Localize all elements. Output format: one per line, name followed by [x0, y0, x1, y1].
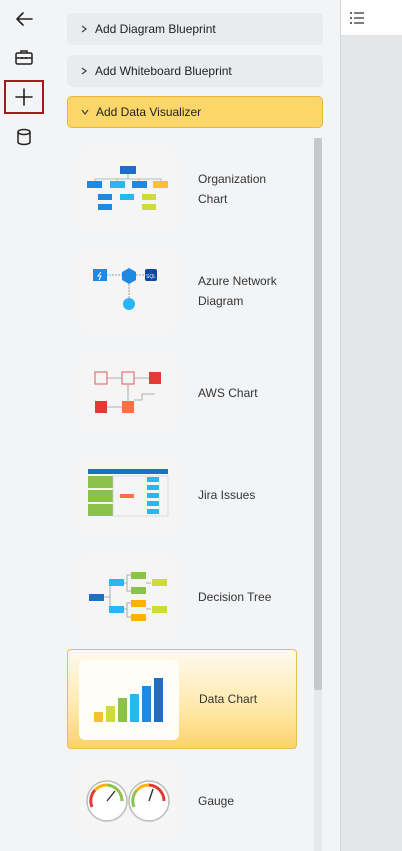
accordion-data-visualizer[interactable]: Add Data Visualizer: [67, 96, 323, 128]
data-button[interactable]: [4, 120, 44, 154]
accordion-label: Add Whiteboard Blueprint: [95, 64, 232, 78]
organization-chart-thumbnail: [78, 149, 178, 229]
back-arrow-icon: [16, 12, 33, 26]
card-label: Data Chart: [199, 692, 258, 706]
back-button[interactable]: [4, 2, 44, 36]
accordion-label: Add Diagram Blueprint: [95, 22, 216, 36]
card-aws-chart[interactable]: AWS Chart: [67, 353, 297, 433]
toolbox-button[interactable]: [4, 40, 44, 74]
azure-network-thumbnail: SQL: [78, 251, 178, 331]
card-data-chart[interactable]: Data Chart: [67, 649, 297, 749]
card-label: Jira Issues: [198, 488, 256, 502]
right-toolbar: [341, 0, 402, 36]
card-jira-issues[interactable]: Jira Issues: [67, 455, 297, 535]
gauge-thumbnail: [78, 761, 178, 841]
scrollbar-thumb[interactable]: [314, 138, 322, 690]
card-label: Azure Network Diagram: [198, 274, 277, 308]
database-icon: [17, 128, 31, 146]
icon-rail: [0, 0, 48, 851]
card-gauge[interactable]: Gauge: [67, 761, 297, 841]
accordion-diagram-blueprint[interactable]: Add Diagram Blueprint: [67, 13, 323, 45]
card-label: Organization Chart: [198, 172, 267, 206]
accordion-label: Add Data Visualizer: [96, 105, 202, 119]
card-decision-tree[interactable]: Decision Tree: [67, 557, 297, 637]
toolbox-icon: [15, 50, 33, 65]
card-organization-chart[interactable]: Organization Chart: [67, 149, 297, 229]
chevron-right-icon: [81, 25, 87, 33]
list-icon[interactable]: [347, 8, 367, 28]
accordion-whiteboard-blueprint[interactable]: Add Whiteboard Blueprint: [67, 55, 323, 87]
card-label: Gauge: [198, 794, 235, 808]
plus-icon: [15, 88, 33, 106]
svg-text:SQL: SQL: [146, 274, 156, 280]
canvas-area: [340, 0, 402, 851]
chevron-right-icon: [81, 67, 87, 75]
card-azure-network-diagram[interactable]: SQL Azure Network Diagram: [67, 251, 297, 331]
chevron-down-icon: [81, 109, 89, 115]
jira-issues-thumbnail: [78, 455, 178, 535]
aws-chart-thumbnail: [78, 353, 178, 433]
card-label: AWS Chart: [198, 386, 258, 400]
add-button[interactable]: [4, 80, 44, 114]
card-label: Decision Tree: [198, 590, 272, 604]
decision-tree-thumbnail: [78, 557, 178, 637]
blueprint-panel: Add Diagram Blueprint Add Whiteboard Blu…: [48, 0, 340, 851]
data-chart-thumbnail: [79, 660, 179, 740]
